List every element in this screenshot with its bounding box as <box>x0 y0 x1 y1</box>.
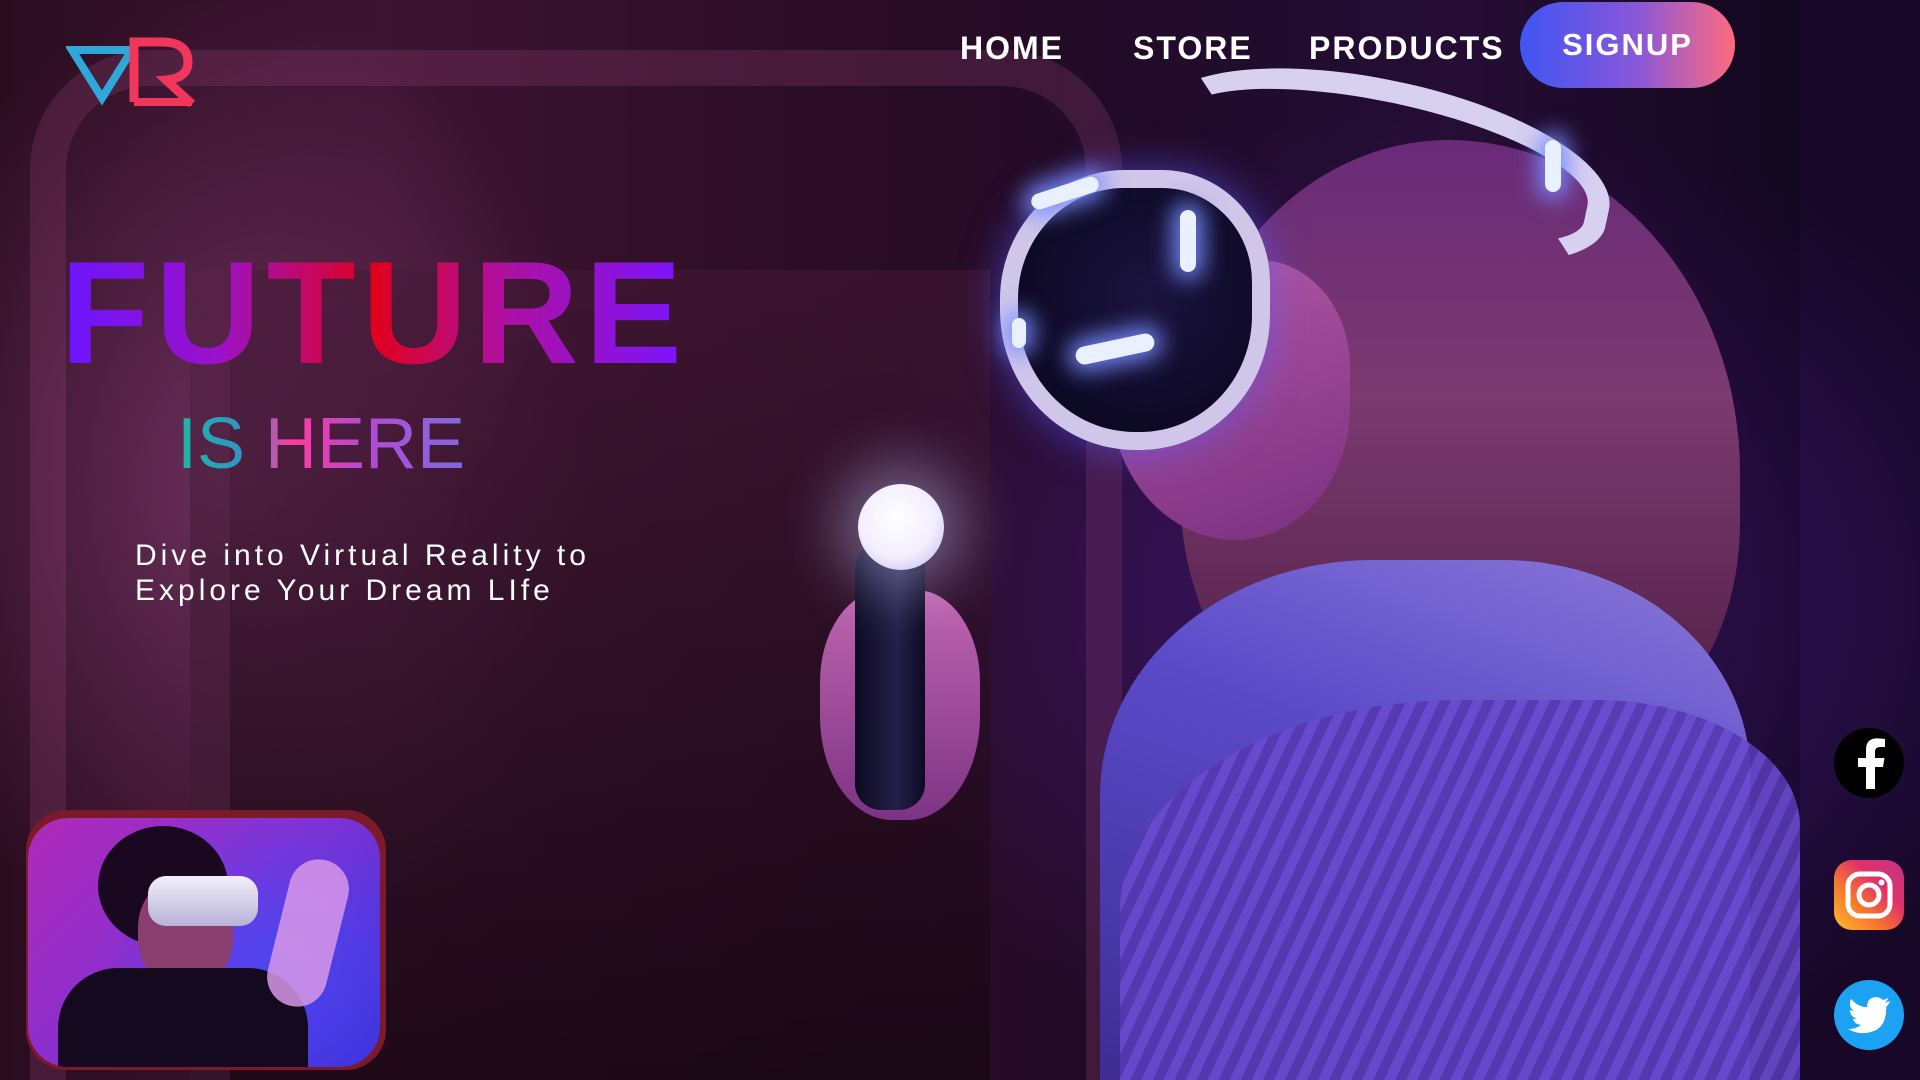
tagline-line-1: Dive into Virtual Reality to <box>135 539 590 572</box>
headset-light <box>1012 318 1026 348</box>
vr-headset <box>1000 170 1270 450</box>
controller-light-orb <box>858 484 944 570</box>
headset-light <box>1180 210 1196 272</box>
hero-tagline: Dive into Virtual Reality to Explore You… <box>135 538 590 608</box>
hero-title: FUTURE <box>60 231 689 394</box>
instagram-icon[interactable] <box>1834 860 1904 930</box>
tagline-line-2: Explore Your Dream LIfe <box>135 574 554 607</box>
nav-products-link[interactable]: PRODUCTS <box>1309 30 1505 67</box>
nav-store-link[interactable]: STORE <box>1133 30 1253 67</box>
thumbnail-hand <box>260 852 356 1014</box>
twitter-icon[interactable] <box>1834 980 1904 1050</box>
hero-subtitle: IS HERE <box>177 404 466 484</box>
vr-user-thumbnail[interactable] <box>28 818 380 1067</box>
motion-controller <box>855 540 925 810</box>
signup-button[interactable]: SIGNUP <box>1520 2 1735 88</box>
nav-home-link[interactable]: HOME <box>960 30 1064 67</box>
vr-logo-icon[interactable] <box>64 36 206 116</box>
facebook-icon[interactable] <box>1834 728 1904 798</box>
headset-light <box>1545 140 1561 192</box>
thumbnail-headset <box>148 876 258 926</box>
